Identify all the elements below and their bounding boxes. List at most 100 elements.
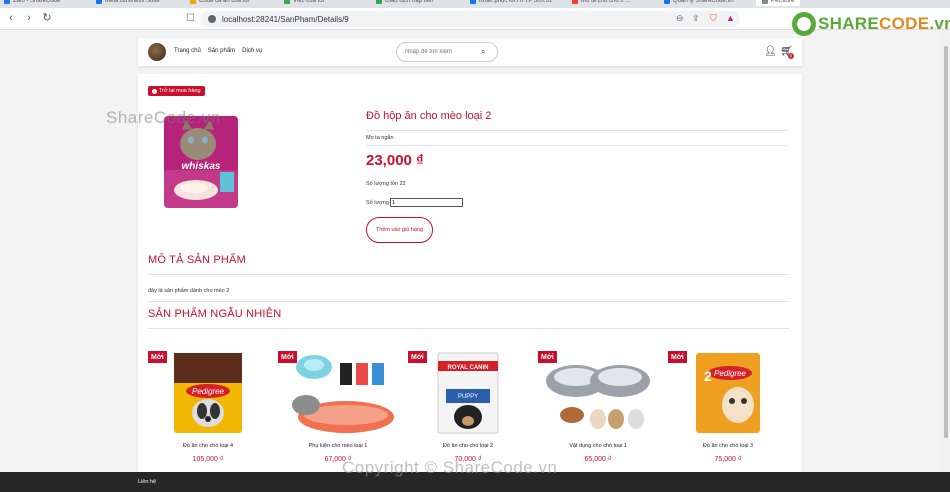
browser-tab[interactable]: Code cả ăn của tôi — [190, 0, 249, 6]
product-thumbnail — [292, 355, 394, 433]
watermark-center: ShareCode.vn — [106, 108, 221, 127]
tab-favicon-icon — [572, 0, 578, 4]
rewards-icon[interactable]: ▲ — [726, 13, 735, 23]
browser-tab[interactable]: Zalo - ShareCode — [4, 0, 60, 6]
bookmark-icon[interactable]: ☐ — [186, 13, 195, 24]
arrow-left-circle-icon: ← — [152, 88, 157, 94]
url-field[interactable]: localhost:28241/SanPham/Details/9 — [200, 11, 740, 27]
new-badge: Mới — [148, 351, 167, 363]
browser-tab[interactable]: PetStore — [756, 0, 801, 6]
product-card[interactable]: Mới Phụ kiện cho mèo loại 1 67,000 ₫ — [278, 346, 398, 474]
product-description: đây là sản phẩm dành cho mèo 2 — [148, 288, 230, 294]
product-card[interactable]: Mới ROYAL CANIN PUPPY Đồ ăn cho chó loại… — [408, 346, 528, 474]
tab-label: Quản lý ShareCode.vn — [673, 0, 734, 4]
svg-text:2: 2 — [704, 368, 712, 384]
quantity-input[interactable] — [390, 198, 463, 207]
tab-label: Code cả ăn của tôi — [199, 0, 250, 4]
browser-tab-strip: Zalo - ShareCode Meta Business Suite Code … — [0, 0, 950, 8]
quantity-label: Số lượng — [366, 200, 389, 206]
nav-services[interactable]: Dịch vụ — [242, 48, 262, 54]
tab-label: Zalo - ShareCode — [13, 0, 61, 4]
product-price: 23,000 ₫ — [366, 152, 424, 169]
new-badge: Mới — [278, 351, 297, 363]
browser-tab[interactable]: Meta Business Suite — [96, 0, 160, 6]
browser-tab[interactable]: Việc của tôi — [284, 0, 324, 6]
product-thumbnail: Pedigree — [174, 353, 242, 433]
site-info-icon[interactable] — [208, 15, 216, 23]
divider — [148, 301, 790, 302]
add-to-cart-button[interactable]: Thêm vào giỏ hàng — [366, 217, 433, 243]
new-badge: Mới — [538, 351, 557, 363]
cart-count-badge: 0 — [788, 53, 794, 59]
product-card[interactable]: Mới Vật dụng cho chó loại 1 65,000 ₫ — [538, 346, 658, 474]
site-logo[interactable] — [148, 43, 166, 61]
product-name[interactable]: Đồ ăn cho chó loại 4 — [148, 443, 268, 449]
product-thumbnail: Pedigree 2 — [696, 353, 760, 433]
nav-home[interactable]: Trang chủ — [174, 48, 201, 54]
product-thumbnail — [546, 365, 650, 429]
tab-favicon-icon — [762, 0, 768, 4]
random-products-list: Mới Pedigree Đồ ăn cho chó loại 4 105,00… — [148, 346, 788, 474]
tab-favicon-icon — [4, 0, 10, 4]
sharecode-watermark-logo: SHARECODE.vn — [792, 12, 950, 36]
new-badge: Mới — [668, 351, 687, 363]
browser-tab[interactable]: Quản lý ShareCode.vn — [664, 0, 734, 6]
svg-text:PUPPY: PUPPY — [458, 394, 478, 400]
product-card[interactable]: Mới Pedigree 2 Đồ ăn cho chó loại 3 75,0… — [668, 346, 788, 474]
product-name[interactable]: Đồ ăn cho chó loại 2 — [408, 443, 528, 449]
back-to-shopping-button[interactable]: ← Trở lại mua hàng — [148, 86, 205, 96]
divider — [148, 274, 790, 275]
back-to-shopping-label: Trở lại mua hàng — [159, 88, 201, 94]
tab-label: Meta Business Suite — [105, 0, 160, 4]
sharecode-logo-icon — [792, 12, 816, 36]
scrollbar-thumb[interactable] — [944, 46, 948, 438]
divider — [148, 328, 790, 329]
stock-quantity: Số lượng tồn 22 — [366, 181, 406, 187]
brave-shield-icon[interactable]: ⛉ — [710, 13, 717, 24]
tab-favicon-icon — [190, 0, 196, 4]
forward-arrow-icon[interactable]: › — [22, 12, 36, 26]
zoom-icon[interactable]: ⊖ — [676, 13, 684, 24]
search-input[interactable] — [405, 49, 481, 55]
new-badge: Mới — [408, 351, 427, 363]
tab-favicon-icon — [284, 0, 290, 4]
product-price: 105,000 ₫ — [192, 456, 224, 463]
product-price: 75,000 ₫ — [714, 456, 742, 463]
browser-tab[interactable]: Khắc phục lỗi HTTP 500.31 — [470, 0, 552, 6]
browser-tab[interactable]: Giáo dịch nạp tiền — [376, 0, 433, 6]
description-section-title: MÔ TẢ SẢN PHẨM — [148, 254, 246, 266]
site-header: Trang chủ Sản phẩm Dịch vụ ⌕ 👤︎ 🛒︎ 0 — [138, 38, 802, 66]
reload-icon[interactable]: ↻ — [40, 12, 54, 26]
tab-label: Mô tả cho chó 2 ... — [581, 0, 631, 4]
page-scrollbar[interactable] — [942, 30, 950, 472]
product-name[interactable]: Phụ kiện cho mèo loại 1 — [278, 443, 398, 449]
user-icon[interactable]: 👤︎ — [764, 46, 777, 57]
product-name[interactable]: Đồ ăn cho chó loại 3 — [668, 443, 788, 449]
tab-label: Khắc phục lỗi HTTP 500.31 — [479, 0, 553, 4]
svg-text:Pedigree: Pedigree — [714, 369, 747, 378]
product-card[interactable]: Mới Pedigree Đồ ăn cho chó loại 4 105,00… — [148, 346, 268, 474]
product-thumbnail: ROYAL CANIN PUPPY — [437, 352, 499, 434]
tab-favicon-icon — [376, 0, 382, 4]
product-details-panel: ← Trở lại mua hàng whiskas Đồ hộp ăn cho… — [138, 74, 802, 474]
browser-tab[interactable]: Mô tả cho chó 2 ... — [572, 0, 630, 6]
share-icon[interactable]: ⇪ — [692, 13, 700, 24]
back-arrow-icon[interactable]: ‹ — [4, 12, 18, 26]
nav-products[interactable]: Sản phẩm — [208, 48, 235, 54]
search-icon[interactable]: ⌕ — [481, 47, 485, 57]
tab-label: Giáo dịch nạp tiền — [385, 0, 434, 4]
svg-text:Pedigree: Pedigree — [192, 387, 225, 396]
svg-text:ROYAL CANIN: ROYAL CANIN — [447, 365, 488, 371]
main-nav: Trang chủ Sản phẩm Dịch vụ — [174, 48, 262, 54]
footer-contact-link[interactable]: Liên hệ — [138, 479, 156, 485]
tab-label: Việc của tôi — [293, 0, 324, 4]
divider — [366, 130, 788, 131]
search-box: ⌕ — [396, 42, 498, 62]
tab-favicon-icon — [470, 0, 476, 4]
product-name[interactable]: Vật dụng cho chó loại 1 — [538, 443, 658, 449]
tab-favicon-icon — [96, 0, 102, 4]
product-image: whiskas — [164, 116, 238, 208]
watermark-copyright: Copyright © ShareCode.vn — [342, 458, 558, 477]
product-title: Đồ hộp ăn cho mèo loại 2 — [366, 110, 492, 122]
brand-text: whiskas — [182, 161, 221, 172]
